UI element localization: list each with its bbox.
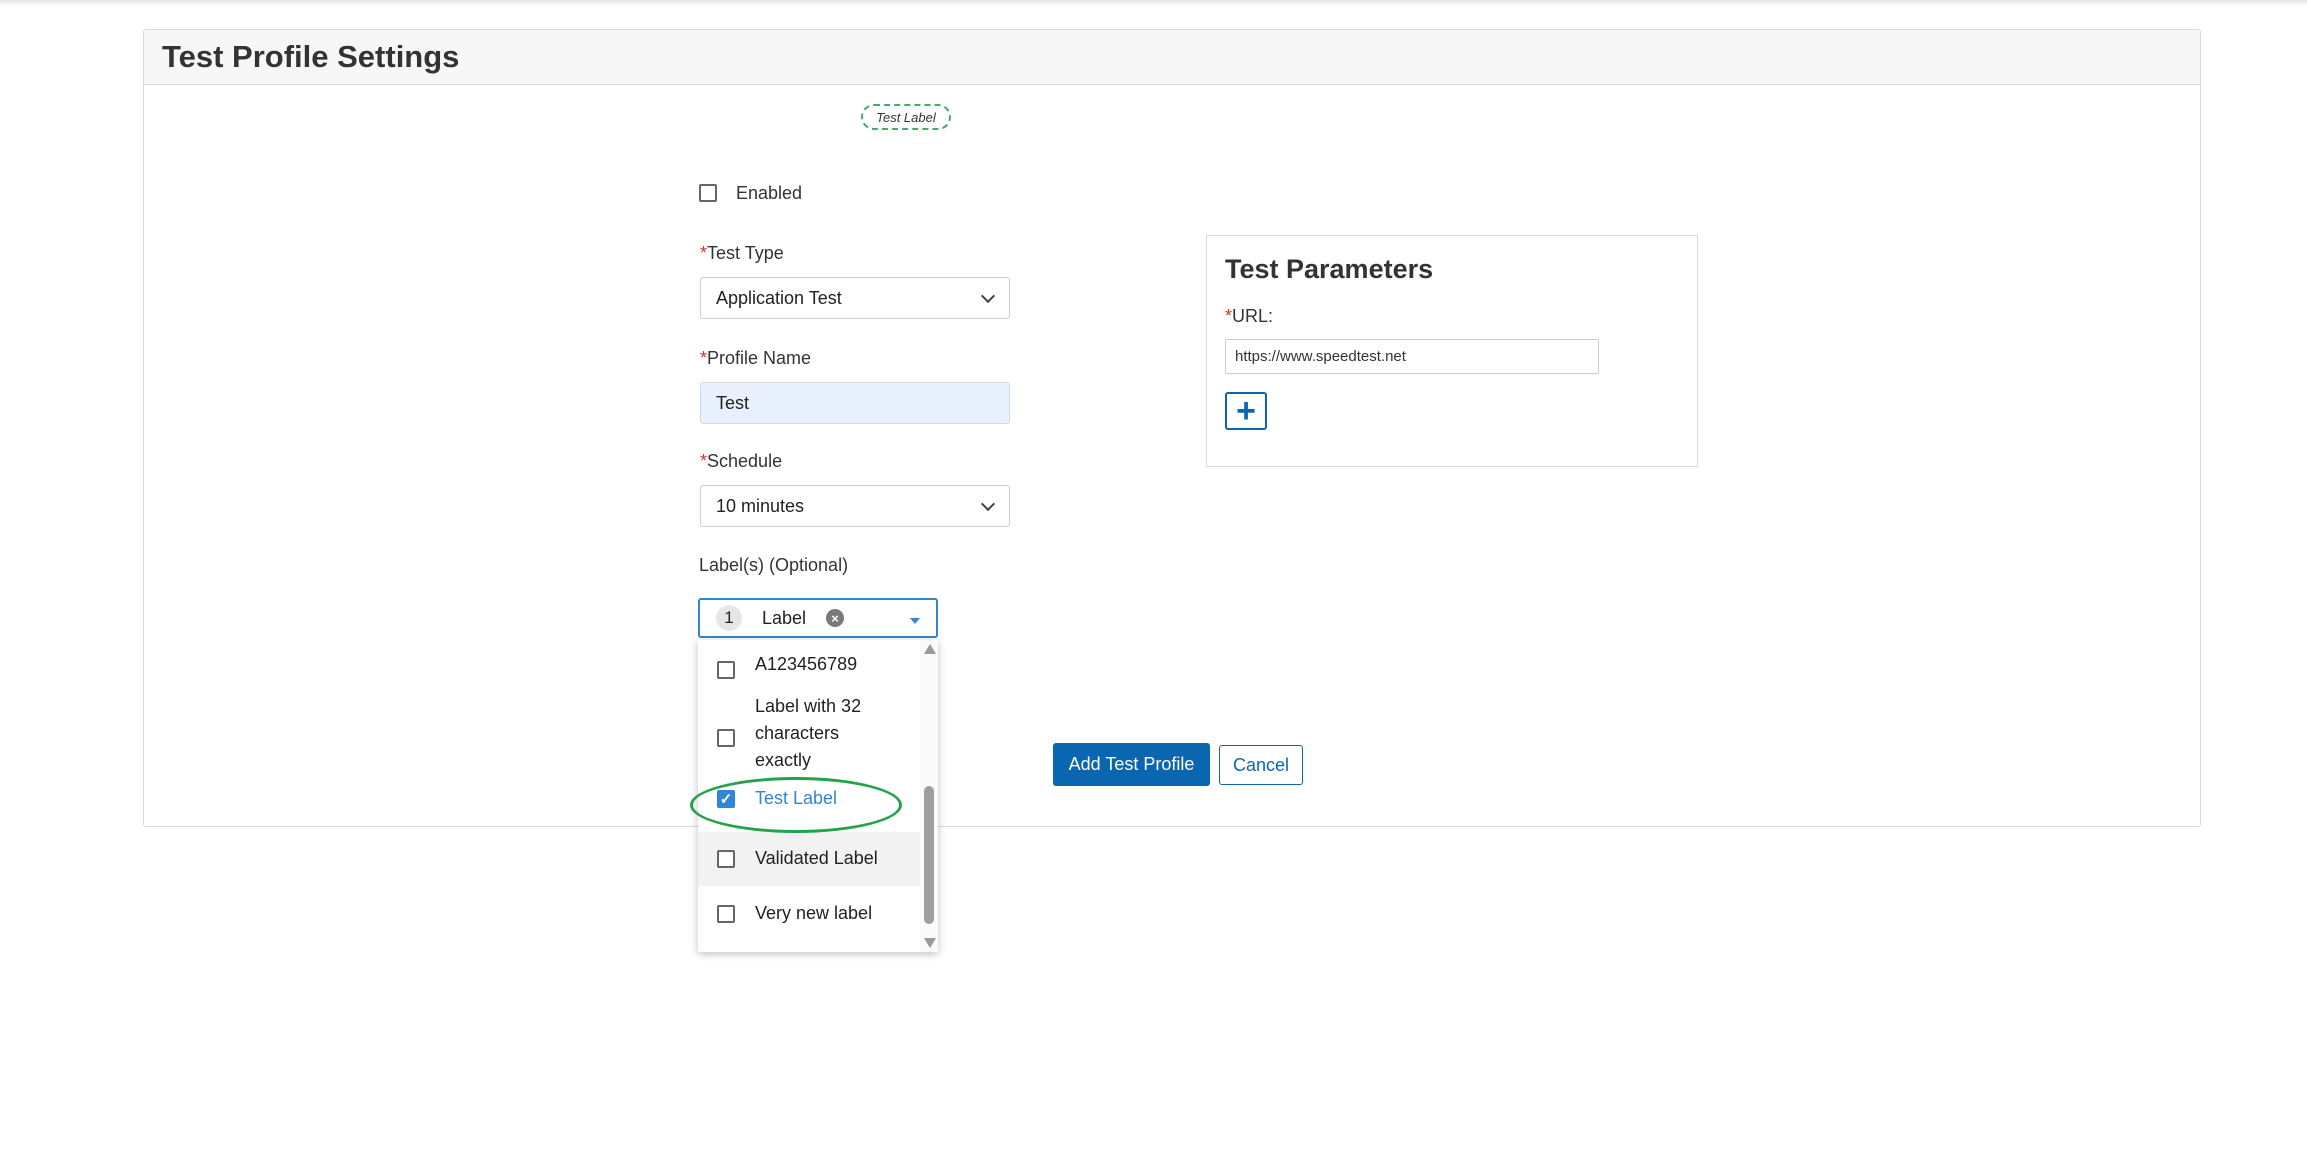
schedule-value: 10 minutes bbox=[716, 495, 805, 516]
required-mark: * bbox=[700, 348, 708, 368]
add-test-profile-button[interactable]: Add Test Profile bbox=[1053, 743, 1210, 786]
scroll-thumb[interactable] bbox=[924, 786, 934, 924]
option-text: Validated Label bbox=[755, 848, 878, 868]
caret-down-icon[interactable] bbox=[910, 618, 920, 624]
option-checkbox[interactable] bbox=[717, 729, 735, 747]
scroll-up-arrow-icon[interactable] bbox=[924, 644, 936, 654]
label-option-validated-label[interactable]: Validated Label bbox=[698, 832, 920, 886]
option-text: Label with 32 characters exactly bbox=[755, 696, 862, 770]
labels-label: Label(s) (Optional) bbox=[699, 555, 849, 575]
option-text: Very new label bbox=[755, 903, 873, 923]
selected-label-text: Label bbox=[762, 607, 807, 628]
dropdown-scrollbar[interactable] bbox=[920, 640, 938, 952]
option-checkbox[interactable] bbox=[717, 661, 735, 679]
required-mark: * bbox=[700, 451, 708, 471]
option-checkbox-checked[interactable]: ✓ bbox=[717, 790, 735, 808]
add-parameter-button[interactable]: + bbox=[1225, 392, 1267, 430]
page-title: Test Profile Settings bbox=[162, 39, 460, 74]
url-input[interactable]: https://www.speedtest.net bbox=[1225, 339, 1599, 374]
option-text: A123456789 bbox=[755, 654, 858, 674]
test-parameters-panel: Test Parameters *URL: https://www.speedt… bbox=[1206, 235, 1698, 467]
top-shadow bbox=[0, 0, 2307, 6]
chevron-down-icon bbox=[980, 288, 996, 304]
labels-multiselect[interactable]: 1 Label × bbox=[698, 598, 938, 638]
floating-label-tag: Test Label bbox=[861, 104, 951, 130]
option-checkbox[interactable] bbox=[717, 905, 735, 923]
url-value: https://www.speedtest.net bbox=[1235, 348, 1406, 365]
profile-name-label: *Profile Name bbox=[700, 348, 812, 368]
chevron-down-icon bbox=[980, 496, 996, 512]
selected-count-badge: 1 bbox=[716, 605, 742, 631]
required-mark: * bbox=[1225, 306, 1233, 326]
test-type-select[interactable]: Application Test bbox=[700, 277, 1010, 319]
cancel-button[interactable]: Cancel bbox=[1219, 745, 1303, 785]
schedule-select[interactable]: 10 minutes bbox=[700, 485, 1010, 527]
test-type-value: Application Test bbox=[716, 287, 842, 308]
settings-panel: Test Profile Settings bbox=[143, 29, 2201, 827]
plus-icon: + bbox=[1236, 392, 1256, 430]
url-label: *URL: bbox=[1225, 306, 1274, 326]
label-option-a123456789[interactable]: A123456789 bbox=[698, 640, 920, 690]
option-checkbox[interactable] bbox=[717, 850, 735, 868]
clear-selection-icon[interactable]: × bbox=[826, 609, 845, 627]
required-mark: * bbox=[700, 243, 708, 263]
enabled-label: Enabled bbox=[736, 183, 803, 203]
profile-name-input[interactable]: Test bbox=[700, 382, 1010, 424]
profile-name-value: Test bbox=[716, 392, 750, 413]
scroll-down-arrow-icon[interactable] bbox=[924, 938, 936, 948]
label-option-32-chars[interactable]: Label with 32 characters exactly bbox=[698, 690, 920, 774]
label-option-test-label[interactable]: ✓ Test Label bbox=[698, 774, 920, 824]
labels-dropdown-list: A123456789 Label with 32 characters exac… bbox=[698, 640, 938, 952]
test-parameters-title: Test Parameters bbox=[1225, 254, 1434, 284]
enabled-checkbox[interactable] bbox=[699, 184, 717, 202]
label-option-very-new-label[interactable]: Very new label bbox=[698, 886, 920, 940]
schedule-label: *Schedule bbox=[700, 451, 783, 471]
panel-header: Test Profile Settings bbox=[144, 30, 2200, 85]
test-type-label: *Test Type bbox=[700, 243, 784, 263]
option-text: Test Label bbox=[755, 788, 838, 808]
